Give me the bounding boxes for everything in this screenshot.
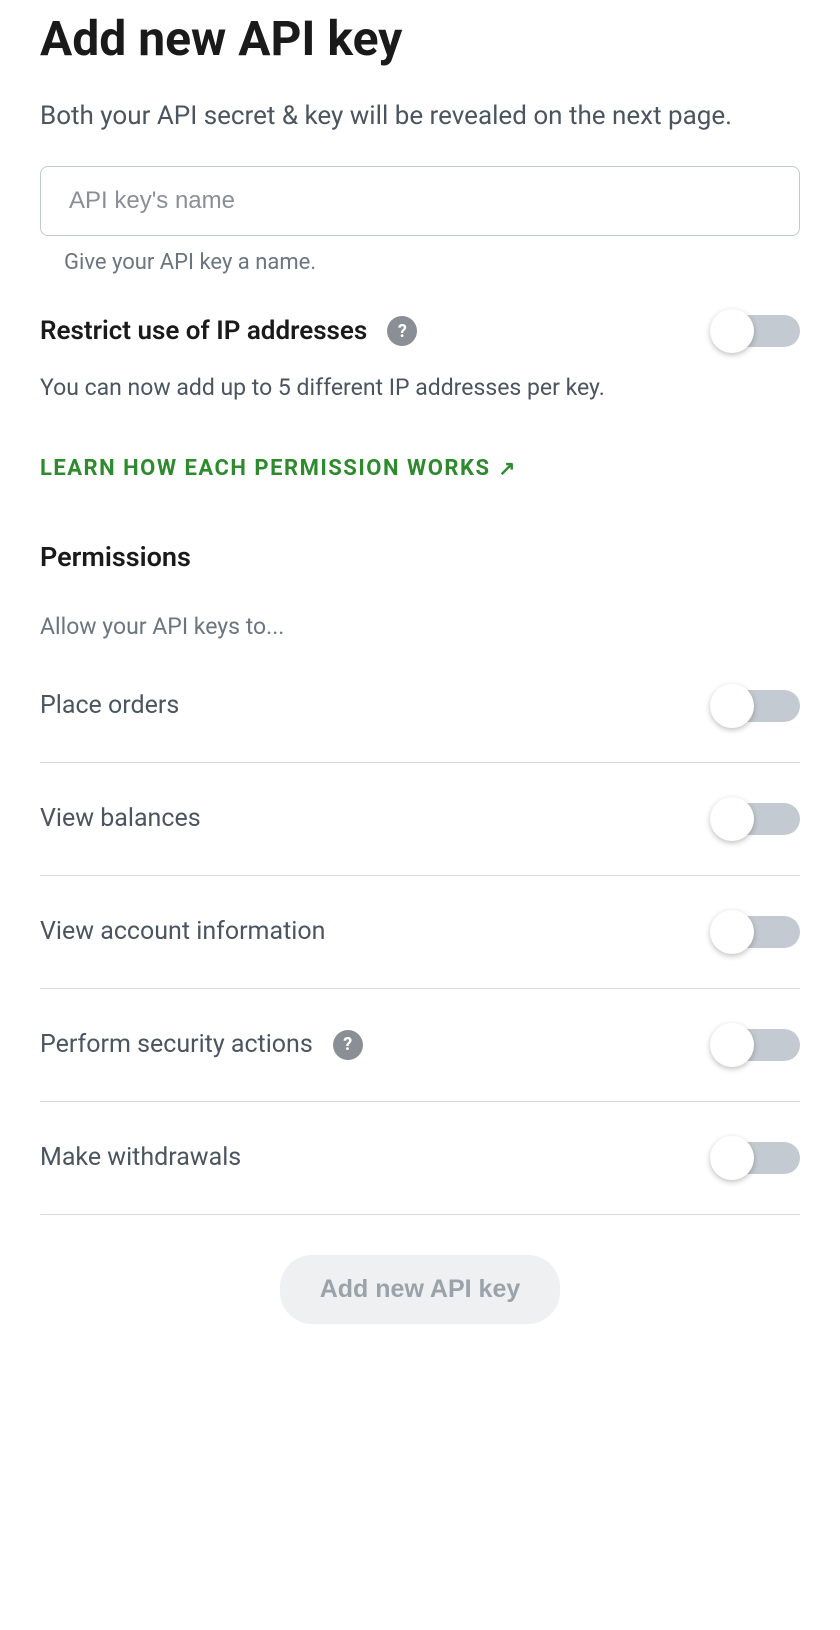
permission-label: Make withdrawals [40, 1143, 241, 1172]
help-icon[interactable]: ? [333, 1030, 363, 1060]
add-api-key-button[interactable]: Add new API key [280, 1255, 561, 1324]
page-title: Add new API key [40, 10, 800, 67]
external-link-icon: ↗ [499, 456, 517, 480]
permission-view-account-info-toggle[interactable] [714, 916, 800, 948]
submit-wrapper: Add new API key [40, 1255, 800, 1324]
help-icon[interactable]: ? [387, 316, 417, 346]
permissions-subtitle: Allow your API keys to... [40, 613, 800, 640]
learn-permissions-label: LEARN HOW EACH PERMISSION WORKS [40, 456, 491, 481]
permission-make-withdrawals: Make withdrawals [40, 1142, 800, 1215]
api-key-name-hint: Give your API key a name. [40, 250, 800, 275]
api-key-name-wrapper [40, 166, 800, 236]
permission-security-actions-toggle[interactable] [714, 1029, 800, 1061]
learn-permissions-link[interactable]: LEARN HOW EACH PERMISSION WORKS ↗ [40, 456, 517, 481]
ip-restriction-label: Restrict use of IP addresses [40, 316, 367, 346]
permission-view-balances: View balances [40, 803, 800, 876]
ip-restriction-row: Restrict use of IP addresses ? [40, 315, 800, 347]
permission-place-orders-toggle[interactable] [714, 690, 800, 722]
permission-label: Perform security actions [40, 1030, 313, 1059]
permission-view-account-info: View account information [40, 916, 800, 989]
permission-label: View account information [40, 917, 325, 946]
ip-restriction-description: You can now add up to 5 different IP add… [40, 371, 800, 406]
api-key-name-input[interactable] [40, 166, 800, 236]
permission-make-withdrawals-toggle[interactable] [714, 1142, 800, 1174]
page-subtitle: Both your API secret & key will be revea… [40, 97, 800, 136]
permission-label: View balances [40, 804, 201, 833]
permission-view-balances-toggle[interactable] [714, 803, 800, 835]
permission-place-orders: Place orders [40, 690, 800, 763]
permission-security-actions: Perform security actions ? [40, 1029, 800, 1102]
permissions-heading: Permissions [40, 541, 800, 573]
permission-label: Place orders [40, 691, 179, 720]
ip-restriction-toggle[interactable] [714, 315, 800, 347]
